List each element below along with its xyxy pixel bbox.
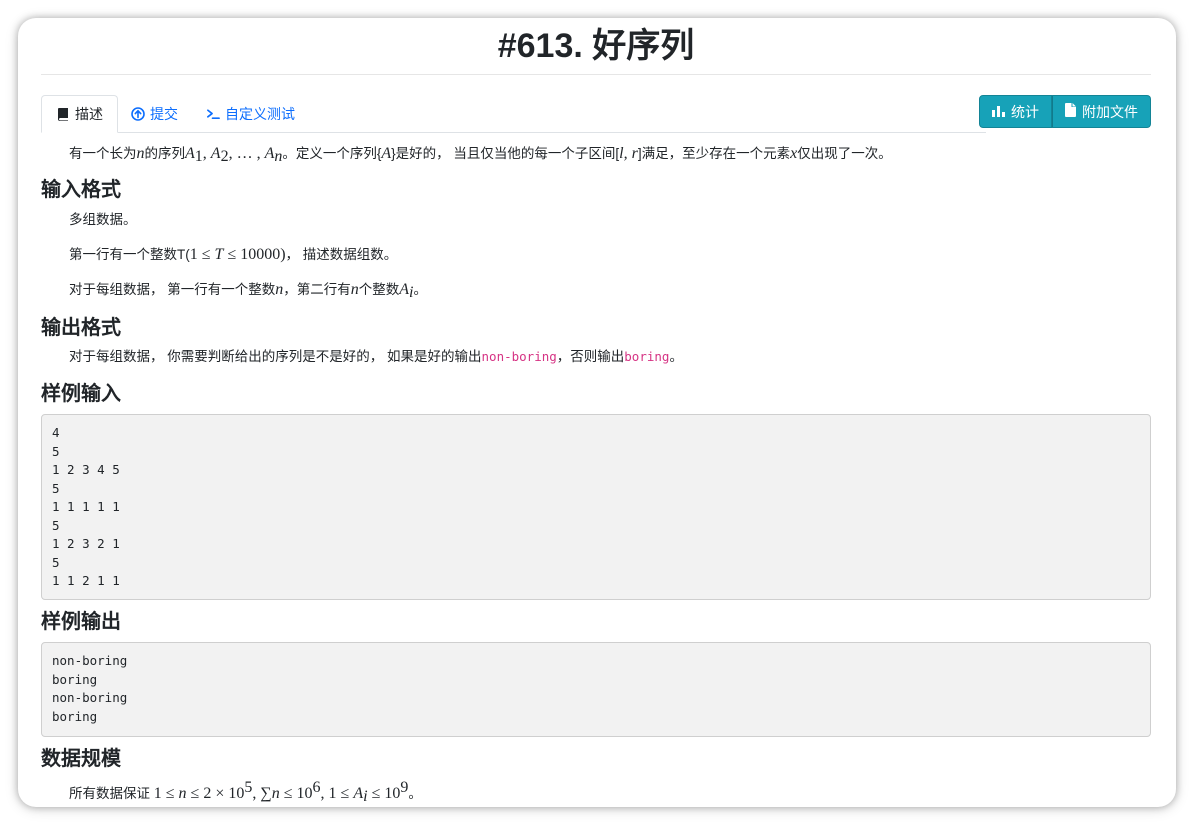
data-limits-text: 所有数据保证 1 ≤ n ≤ 2 × 105, ∑n ≤ 106, 1 ≤ Ai… [41,777,1151,807]
problem-window: #613. 好序列 描述 提交 自定义测试 统计 附加文件 有一个长为n的序列A… [18,18,1176,807]
desc-ellipsis: , … , [228,145,265,162]
desc-math-n: n [136,145,145,162]
input-p3-text-2: ，第二行有 [283,282,351,297]
desc-math-an: A [264,145,275,162]
tab-description-label: 描述 [75,106,103,122]
output-text-1: 对于每组数据， 你需要判断给出的序列是不是好的， 如果是好的输出 [69,349,482,364]
output-format-heading: 输出格式 [41,317,121,339]
data-limits-heading: 数据规模 [41,748,121,770]
tab-submit-label: 提交 [150,106,178,122]
desc-text-6: 仅出现了一次。 [797,146,892,161]
tab-custom-test-label: 自定义测试 [225,106,295,122]
output-code-boring: boring [624,349,670,364]
title-divider [41,74,1151,75]
input-format-p2: 第一行有一个整数T(1 ≤ T ≤ 10000)， 描述数据组数。 [41,244,1151,266]
sample-output-block[interactable]: non-boring boring non-boring boring [41,642,1151,737]
input-format-heading: 输入格式 [41,179,121,201]
output-format-text: 对于每组数据， 你需要判断给出的序列是不是好的， 如果是好的输出non-bori… [41,346,1151,368]
terminal-icon [206,107,220,121]
file-icon [1065,103,1076,120]
limits-sum: , ∑ [252,785,272,802]
desc-math-a1: A [185,145,195,162]
limits-n: n [178,785,187,802]
input-p2-math-2: ≤ 10000) [223,246,286,263]
tab-submit[interactable]: 提交 [117,95,192,133]
book-icon [56,107,70,121]
limits-a: A [353,785,364,802]
sample-input-block[interactable]: 4 5 1 2 3 4 5 5 1 1 1 1 1 5 1 2 3 2 1 5 … [41,414,1151,600]
desc-text-5: ]满足，至少存在一个元素 [637,146,791,161]
desc-math-a: A [381,145,392,162]
sample-input-heading: 样例输入 [41,383,121,405]
input-p3-text-1: 对于每组数据， 第一行有一个整数 [69,282,276,297]
problem-content: #613. 好序列 描述 提交 自定义测试 统计 附加文件 有一个长为n的序列A… [41,18,1151,807]
limits-m1: 1 ≤ [153,785,179,802]
tab-description[interactable]: 描述 [41,95,118,133]
tab-bar: 描述 提交 自定义测试 统计 附加文件 [41,95,1151,133]
limits-m5: ≤ 10 [367,785,401,802]
desc-text-3: 。定义一个序列{ [282,146,382,161]
input-p2-math-1: 1 ≤ [189,246,215,263]
output-text-2: ，否则输出 [556,349,625,364]
page-title: #613. 好序列 [497,27,695,65]
limits-end: 。 [408,786,422,801]
limits-m2: ≤ 2 × 10 [186,785,245,802]
input-p2-text: 第一行有一个整数T( [69,247,190,262]
input-p2-tail: ， 描述数据组数。 [285,247,398,262]
desc-comma-1: , [202,145,211,162]
tab-custom-test[interactable]: 自定义测试 [192,95,309,133]
desc-sub-2: 2 [220,148,229,165]
upload-circle-icon [131,107,145,121]
limits-exp-6: 6 [312,779,321,796]
input-p3-end: 。 [413,282,428,297]
limits-text: 所有数据保证 [69,786,154,801]
attachments-button[interactable]: 附加文件 [1052,95,1151,128]
limits-m3: ≤ 10 [279,785,313,802]
statistics-button[interactable]: 统计 [979,95,1052,128]
problem-description: 有一个长为n的序列A1, A2, … , An。定义一个序列{A}是好的， 当且… [41,143,1151,168]
desc-text-4: }是好的， 当且仅当他的每一个子区间[ [391,146,620,161]
desc-text-2: 的序列 [144,146,186,161]
input-format-p3: 对于每组数据， 第一行有一个整数n，第二行有n个整数Ai。 [41,279,1151,304]
limits-n2: n [271,785,280,802]
desc-math-a2: A [210,145,221,162]
action-buttons: 统计 附加文件 [979,95,1151,128]
input-p3-text-3: 个整数 [358,282,400,297]
output-code-non-boring: non-boring [481,349,557,364]
desc-sub-1: 1 [194,148,203,165]
attachments-button-label: 附加文件 [1082,103,1138,120]
sample-output-heading: 样例输出 [41,611,121,633]
desc-math-lr: l, r [619,145,638,162]
statistics-button-label: 统计 [1011,103,1039,120]
desc-text-1: 有一个长为 [69,146,137,161]
input-p3-a: A [399,281,410,298]
limits-m4: , 1 ≤ [320,785,354,802]
bar-chart-icon [992,104,1005,120]
output-text-3: 。 [669,349,683,364]
input-p3-n2: n [350,281,359,298]
input-format-p1: 多组数据。 [69,212,137,227]
tab-list: 描述 提交 自定义测试 [41,95,986,133]
